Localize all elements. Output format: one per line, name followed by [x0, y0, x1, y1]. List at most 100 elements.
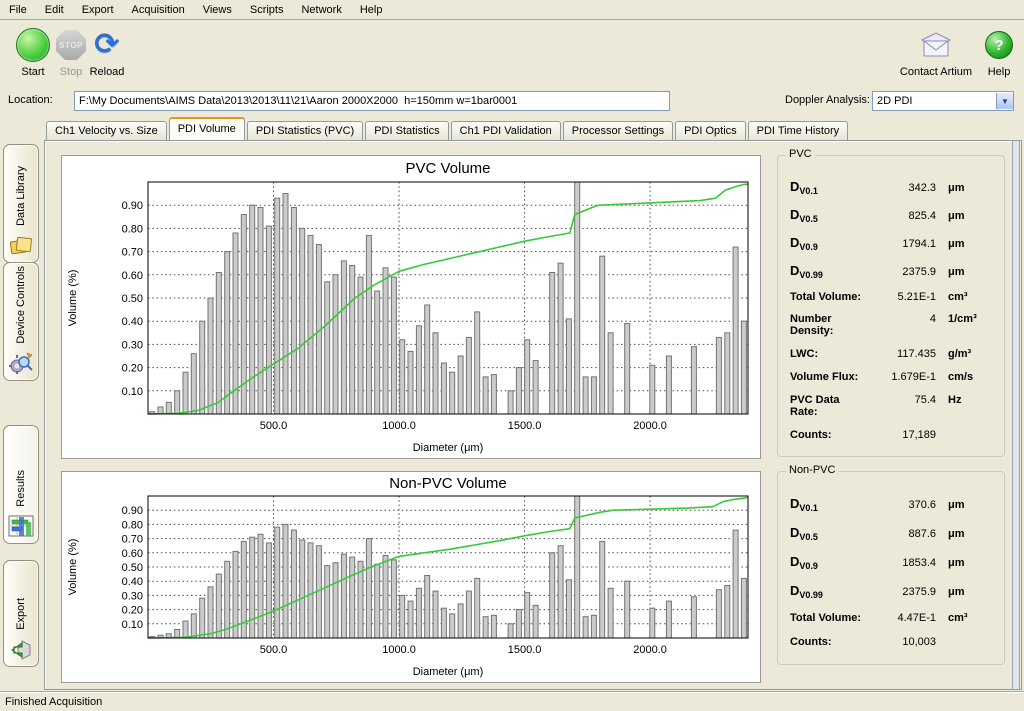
- svg-text:0.10: 0.10: [122, 619, 143, 631]
- svg-text:Diameter (μm): Diameter (μm): [413, 442, 484, 454]
- svg-text:0.30: 0.30: [122, 339, 143, 351]
- tab-pdi-optics[interactable]: PDI Optics: [675, 121, 746, 140]
- stat-unit: μm: [936, 499, 994, 511]
- stat-row: Counts:17,189: [790, 429, 994, 441]
- tab-pdi-statistics-pvc-[interactable]: PDI Statistics (PVC): [247, 121, 363, 140]
- stat-label: Counts:: [790, 429, 870, 441]
- content-panel: Ch1 Velocity vs. SizePDI VolumePDI Stati…: [44, 118, 1022, 690]
- stat-label: PVC Data Rate:: [790, 394, 870, 418]
- stat-unit: μm: [936, 266, 994, 278]
- menu-item-scripts[interactable]: Scripts: [241, 2, 293, 18]
- stat-row: DV0.5825.4μm: [790, 207, 994, 224]
- svg-text:1000.0: 1000.0: [382, 644, 416, 656]
- svg-text:1500.0: 1500.0: [508, 420, 542, 432]
- sidebar-item-label: Device Controls: [15, 266, 27, 344]
- stat-unit: Hz: [936, 394, 994, 406]
- stat-row: LWC:117.435g/m³: [790, 348, 994, 360]
- stat-value: 10,003: [870, 636, 936, 648]
- menu-item-export[interactable]: Export: [73, 2, 123, 18]
- sidebar-item-label: Data Library: [15, 166, 27, 226]
- non-pvc-volume-chart: Non-PVC VolumeVolume (%)Diameter (μm)0.1…: [61, 471, 761, 683]
- pvc-stats-title: PVC: [786, 148, 815, 160]
- pvc-stats-groupbox: PVC DV0.1342.3μmDV0.5825.4μmDV0.91794.1μ…: [777, 155, 1005, 457]
- status-bar: Finished Acquisition: [0, 691, 1024, 711]
- tab-strip: Ch1 Velocity vs. SizePDI VolumePDI Stati…: [46, 118, 1022, 140]
- stat-value: 1853.4: [870, 557, 936, 569]
- chevron-down-icon[interactable]: ▼: [996, 93, 1013, 109]
- menu-item-help[interactable]: Help: [351, 2, 392, 18]
- svg-text:0.90: 0.90: [122, 505, 143, 517]
- svg-text:0.90: 0.90: [122, 200, 143, 212]
- svg-text:500.0: 500.0: [260, 420, 288, 432]
- svg-text:0.10: 0.10: [122, 386, 143, 398]
- stat-unit: μm: [936, 238, 994, 250]
- tab-pdi-volume[interactable]: PDI Volume: [169, 117, 245, 140]
- non-pvc-stats-title: Non-PVC: [786, 464, 838, 476]
- stat-row: DV0.1370.6μm: [790, 496, 994, 513]
- status-text: Finished Acquisition: [5, 696, 102, 708]
- stat-unit: μm: [936, 586, 994, 598]
- stat-label: DV0.5: [790, 525, 870, 542]
- stat-value: 4.47E-1: [870, 612, 936, 624]
- stat-value: 2375.9: [870, 266, 936, 278]
- panel-splitter[interactable]: [1012, 141, 1020, 689]
- stat-unit: g/m³: [936, 348, 994, 360]
- tab-pdi-statistics[interactable]: PDI Statistics: [365, 121, 448, 140]
- svg-text:0.80: 0.80: [122, 519, 143, 531]
- stat-row: DV0.992375.9μm: [790, 583, 994, 600]
- svg-text:0.40: 0.40: [122, 576, 143, 588]
- envelope-icon: [918, 32, 954, 58]
- svg-text:0.30: 0.30: [122, 590, 143, 602]
- tab-page-pdi-volume: PVC VolumeVolume (%)Diameter (μm)0.100.2…: [44, 140, 1022, 690]
- stat-value: 825.4: [870, 210, 936, 222]
- location-row: Location: Doppler Analysis: 2D PDI ▼: [0, 88, 1024, 114]
- sidebar-item-results[interactable]: Results: [3, 425, 39, 544]
- sidebar: Data Library Device Controls Results: [0, 118, 43, 690]
- stat-value: 117.435: [870, 348, 936, 360]
- export-arrow-icon: [8, 637, 34, 661]
- tab-processor-settings[interactable]: Processor Settings: [563, 121, 673, 140]
- stat-label: DV0.9: [790, 235, 870, 252]
- tab-pdi-time-history[interactable]: PDI Time History: [748, 121, 849, 140]
- menu-item-edit[interactable]: Edit: [36, 2, 73, 18]
- reload-button[interactable]: ⟳ Reload: [76, 26, 138, 78]
- sidebar-item-export[interactable]: Export: [3, 560, 39, 667]
- menu-item-acquisition[interactable]: Acquisition: [123, 2, 194, 18]
- stat-unit: cm³: [936, 291, 994, 303]
- menu-bar: FileEditExportAcquisitionViewsScriptsNet…: [0, 0, 1024, 20]
- stat-label: Number Density:: [790, 313, 870, 337]
- stat-row: DV0.5887.6μm: [790, 525, 994, 542]
- svg-text:0.80: 0.80: [122, 223, 143, 235]
- svg-text:0.50: 0.50: [122, 293, 143, 305]
- toolbar: Start STOP Stop ⟳ Reload Contact Artium …: [0, 20, 1024, 86]
- pvc-volume-chart: PVC VolumeVolume (%)Diameter (μm)0.100.2…: [61, 155, 761, 459]
- doppler-analysis-label: Doppler Analysis:: [785, 94, 870, 106]
- stat-value: 5.21E-1: [870, 291, 936, 303]
- stat-label: Total Volume:: [790, 291, 870, 303]
- stat-row: PVC Data Rate:75.4Hz: [790, 394, 994, 418]
- reload-label: Reload: [76, 66, 138, 78]
- menu-item-views[interactable]: Views: [194, 2, 241, 18]
- stat-unit: 1/cm³: [936, 313, 994, 325]
- stat-value: 370.6: [870, 499, 936, 511]
- menu-item-network[interactable]: Network: [292, 2, 350, 18]
- svg-text:0.40: 0.40: [122, 316, 143, 328]
- stat-label: DV0.1: [790, 179, 870, 196]
- reload-icon: ⟳: [94, 30, 119, 60]
- location-input[interactable]: [74, 91, 670, 111]
- stat-value: 17,189: [870, 429, 936, 441]
- tab-ch1-pdi-validation[interactable]: Ch1 PDI Validation: [451, 121, 561, 140]
- svg-text:Non-PVC Volume: Non-PVC Volume: [389, 475, 507, 492]
- svg-text:Volume (%): Volume (%): [67, 539, 79, 596]
- sidebar-item-data-library[interactable]: Data Library: [3, 144, 39, 263]
- doppler-analysis-select[interactable]: 2D PDI ▼: [872, 91, 1014, 111]
- help-button[interactable]: ? Help: [968, 26, 1024, 78]
- contact-artium-button[interactable]: Contact Artium: [896, 26, 976, 78]
- svg-text:0.20: 0.20: [122, 605, 143, 617]
- stat-unit: μm: [936, 528, 994, 540]
- tab-ch1-velocity-vs-size[interactable]: Ch1 Velocity vs. Size: [46, 121, 167, 140]
- menu-item-file[interactable]: File: [0, 2, 36, 18]
- help-label: Help: [968, 66, 1024, 78]
- doppler-analysis-value: 2D PDI: [873, 95, 996, 107]
- sidebar-item-device-controls[interactable]: Device Controls: [3, 262, 39, 381]
